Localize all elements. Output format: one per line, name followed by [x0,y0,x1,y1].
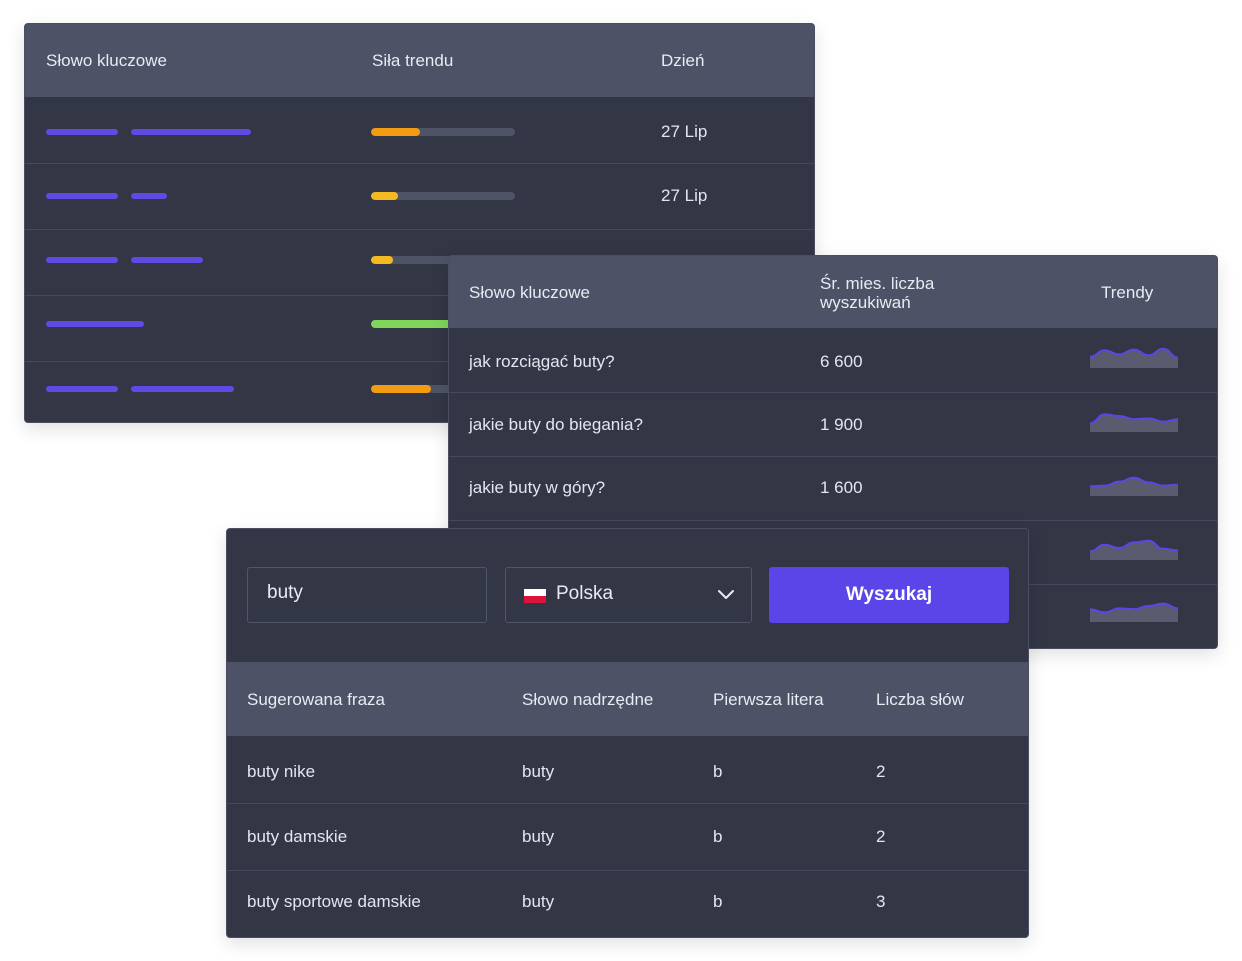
word-count-value: 2 [876,827,886,846]
chevron-down-icon [718,590,734,599]
keyword-placeholder-bar [46,193,118,199]
col-day-header: Dzień [661,51,705,70]
trend-table-header: Słowo kluczowe Siła trendu Dzień [25,24,814,97]
row-divider [227,870,1028,871]
sparkline-area [1090,477,1178,496]
row-divider [449,456,1217,457]
sparkline-area [1090,540,1178,560]
col-trends-header: Trendy [1101,283,1154,302]
poland-flag-icon [524,589,546,603]
row-divider [449,392,1217,393]
volume-value: 1 600 [820,478,863,497]
day-value: 27 Lip [661,122,708,141]
trend-sparkline [1089,413,1179,432]
keyword-value: jakie buty w góry? [469,478,606,497]
keyword-suggestions-panel: buty Polska Wyszukaj Sugerowana fraza Sł… [226,528,1029,938]
keyword-placeholder-bar [131,257,203,263]
keyword-placeholder-bar [46,257,118,263]
trend-strength-bar [371,192,515,200]
trend-sparkline [1089,347,1179,368]
sparkline-area [1090,348,1178,368]
trend-strength-fill [371,128,420,136]
row-divider [25,229,814,230]
first-letter-value: b [713,892,723,911]
keyword-placeholder-bar [46,321,144,327]
trend-sparkline [1089,602,1179,622]
word-count-value: 2 [876,762,886,781]
phrase-value: buty sportowe damskie [247,892,421,911]
keyword-placeholder-bar [46,386,118,392]
col-volume-header-line2: wyszukiwań [820,293,911,312]
first-letter-value: b [713,762,723,781]
search-button-label: Wyszukaj [845,584,933,605]
country-select-value: Polska [556,583,614,604]
parent-value: buty [522,892,555,911]
phrase-value: buty damskie [247,827,348,846]
search-input-value: buty [267,582,303,603]
keyword-placeholder-bar [46,129,118,135]
row-divider [227,803,1028,804]
col-parent-header: Słowo nadrzędne [522,690,654,709]
col-volume-header-line1: Śr. mies. liczba [820,274,935,293]
keyword-placeholder-bar [131,129,251,135]
trend-sparkline [1089,539,1179,560]
row-divider [449,520,1217,521]
country-select[interactable]: Polska [505,567,752,623]
phrase-value: buty nike [247,762,316,781]
trend-strength-fill [371,385,432,393]
row-divider [25,163,814,164]
volume-value: 6 600 [820,352,863,371]
volume-value: 1 900 [820,415,863,434]
search-button[interactable]: Wyszukaj [769,567,1009,623]
first-letter-value: b [713,827,723,846]
trend-strength-fill [371,192,399,200]
keyword-value: jakie buty do biegania? [469,415,643,434]
keyword-value: jak rozciągać buty? [469,352,615,371]
col-keyword-header: Słowo kluczowe [46,51,167,70]
col-strength-header: Siła trendu [372,51,454,70]
trend-strength-fill [371,256,393,264]
keyword-placeholder-bar [131,386,234,392]
col-phrase-header: Sugerowana fraza [247,690,385,709]
suggest-table-header: Sugerowana fraza Słowo nadrzędne Pierwsz… [227,662,1028,736]
search-input[interactable]: buty [247,567,487,623]
col-word-count-header: Liczba słów [876,690,964,709]
volume-table-header: Słowo kluczowe Śr. mies. liczba wyszukiw… [449,256,1217,328]
trend-strength-bar [371,128,515,136]
word-count-value: 3 [876,892,886,911]
col-keyword-header: Słowo kluczowe [469,283,590,302]
parent-value: buty [522,762,555,781]
sparkline-area [1090,414,1178,432]
day-value: 27 Lip [661,186,708,205]
col-first-letter-header: Pierwsza litera [713,690,824,709]
keyword-placeholder-bar [131,193,167,199]
trend-sparkline [1089,476,1179,496]
parent-value: buty [522,827,555,846]
